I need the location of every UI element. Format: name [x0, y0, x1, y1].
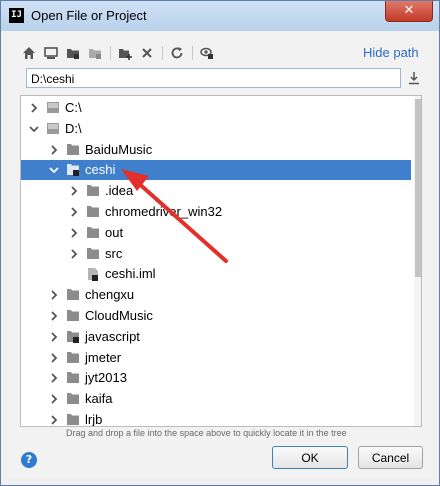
annotation-arrow	[121, 169, 228, 263]
open-file-dialog: IJ Open File or Project ✕ Hide path D:\c…	[0, 0, 440, 486]
